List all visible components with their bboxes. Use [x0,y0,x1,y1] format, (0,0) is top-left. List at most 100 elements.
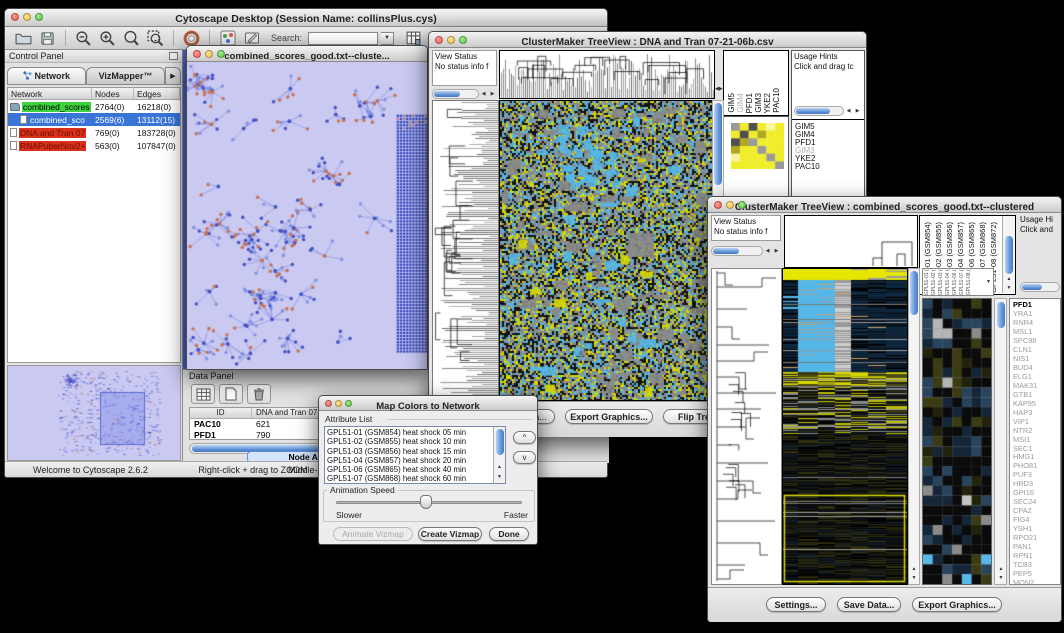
animate-vizmap-button[interactable]: Animate Vizmap [333,527,413,541]
move-down-button[interactable]: v [513,451,536,464]
scroll-right-icon[interactable]: ▶ [488,89,497,99]
pane-arrows[interactable]: ◀▶ [715,86,723,92]
save-button[interactable] [37,29,58,48]
close-button[interactable] [714,201,722,209]
minimize-button[interactable] [205,50,213,58]
new-attribute-button[interactable] [219,384,243,404]
network-view-canvas[interactable] [187,62,427,369]
zoom-out-icon[interactable] [73,29,94,48]
minimize-button[interactable] [335,400,342,407]
scroll-down-icon[interactable]: ▼ [1004,284,1014,293]
attribute-list-item[interactable]: GPL51-01 (GSM854) heat shock 05 min [327,428,492,437]
heatmap-canvas[interactable] [499,100,713,401]
done-button[interactable]: Done [489,527,529,541]
zoom-vscrollbar[interactable]: ▲ ▼ [994,298,1007,585]
column-header[interactable]: Network [8,88,92,99]
slider-thumb[interactable] [420,495,432,509]
close-button[interactable] [435,36,443,44]
minimize-button[interactable] [23,13,31,21]
column-dendrogram-canvas[interactable] [784,215,918,268]
zoom-in-icon[interactable] [97,29,118,48]
main-titlebar[interactable]: Cytoscape Desktop (Session Name: collins… [5,9,607,27]
matrix-column-label[interactable]: YKE2 [763,93,772,113]
maximize-button[interactable] [35,13,43,21]
export-graphics-button[interactable]: Export Graphics... [912,597,1002,612]
attribute-list-item[interactable]: GPL51-06 (GSM865) heat shock 40 min [327,465,492,474]
zoom-heatmap-canvas[interactable] [922,298,992,585]
network-overview-panel[interactable] [7,365,181,461]
scroll-thumb[interactable] [434,91,460,97]
float-panel-icon[interactable] [169,52,178,60]
save-data-button[interactable]: Save Data... [837,597,901,612]
scroll-up-icon[interactable]: ▲ [1004,275,1014,284]
attribute-list-item[interactable]: GPL51-02 (GSM855) heat shock 10 min [327,437,492,446]
scroll-thumb[interactable] [997,302,1005,328]
matrix-column-label[interactable]: GIM5 [727,93,736,113]
scroll-down-icon[interactable]: ▼ [495,473,505,482]
attribute-list-scrollbar[interactable]: ▲ ▼ [493,427,505,483]
chevron-down-icon[interactable]: ▼ [986,279,991,285]
scroll-up-icon[interactable]: ▲ [996,565,1006,574]
scroll-thumb[interactable] [496,429,504,455]
scroll-thumb[interactable] [714,103,722,185]
similarity-matrix-canvas[interactable] [731,123,784,169]
column-header[interactable]: Nodes [92,88,134,99]
gene-label[interactable]: MON2 [1013,579,1060,585]
row-dendrogram-canvas[interactable] [711,268,782,585]
network-row[interactable]: combined_scores 2764(0) 16218(0) [8,100,180,113]
scroll-up-icon[interactable]: ▲ [495,463,505,472]
scroll-thumb[interactable] [910,271,918,315]
attribute-list-item[interactable]: GPL51-04 (GSM857) heat shock 20 min [327,456,492,465]
zoom-fit-icon[interactable] [121,29,142,48]
scroll-down-icon[interactable]: ▼ [909,574,919,583]
network-view-titlebar[interactable]: combined_scores_good.txt--cluste... [187,46,427,62]
tab-overflow-button[interactable]: ▶ [165,67,181,85]
attribute-select-button[interactable] [191,384,215,404]
scroll-down-icon[interactable]: ▼ [996,574,1006,583]
matrix-column-label[interactable]: PFD1 [745,93,754,113]
settings-button[interactable]: Settings... [766,597,826,612]
scroll-up-icon[interactable]: ▲ [909,565,919,574]
treeview1-titlebar[interactable]: ClusterMaker TreeView : DNA and Tran 07-… [429,32,866,48]
search-dropdown-button[interactable]: ▼ [381,32,394,45]
view-status-scrollbar[interactable]: ◀▶ [711,245,781,257]
move-up-button[interactable]: ^ [513,431,536,444]
scroll-left-icon[interactable]: ◀ [763,246,772,256]
matrix-column-label[interactable]: GIM3 [754,93,763,113]
heatmap-canvas[interactable] [782,268,908,585]
view-status-scrollbar[interactable]: ◀▶ [432,88,497,100]
column-labels-scrollbar[interactable]: ▲ ▼ [1002,216,1015,293]
column-header[interactable]: Edges [134,88,180,99]
matrix-column-label[interactable]: GIM4 [736,93,745,113]
close-button[interactable] [325,400,332,407]
treeview2-titlebar[interactable]: ClusterMaker TreeView : combined_scores_… [708,197,1061,213]
maximize-button[interactable] [217,50,225,58]
row-dendrogram-canvas[interactable] [432,100,499,401]
attribute-list-item[interactable]: GPL51-03 (GSM856) heat shock 15 min [327,447,492,456]
maximize-button[interactable] [459,36,467,44]
usage-hints-scrollbar[interactable] [1020,281,1060,293]
close-button[interactable] [193,50,201,58]
scroll-thumb[interactable] [713,248,739,254]
network-row[interactable]: DNA and Tran 07 769(0) 183728(0) [8,126,180,139]
tab-network[interactable]: Network [7,67,86,85]
usage-hints-scrollbar[interactable]: ◀▶ [794,105,862,117]
open-file-button[interactable] [13,29,34,48]
maximize-button[interactable] [345,400,352,407]
tab-vizmapper[interactable]: VizMapper™ [86,67,165,85]
minimize-button[interactable] [447,36,455,44]
delete-attribute-icon[interactable] [247,384,271,404]
matrix-column-label[interactable]: PAC10 [772,88,781,113]
matrix-row-label[interactable]: PAC10 [795,163,864,171]
dialog-titlebar[interactable]: Map Colors to Network [319,396,537,411]
network-overview-canvas[interactable] [8,366,180,460]
scroll-thumb[interactable] [796,108,830,114]
heatmap-vscrollbar[interactable]: ▲ ▼ [908,268,920,585]
scroll-right-icon[interactable]: ▶ [772,246,781,256]
export-graphics-button[interactable]: Export Graphics... [565,409,653,424]
maximize-button[interactable] [738,201,746,209]
create-vizmap-button[interactable]: Create Vizmap [418,527,482,541]
search-input[interactable] [308,32,378,45]
scroll-left-icon[interactable]: ◀ [479,89,488,99]
minimize-button[interactable] [726,201,734,209]
